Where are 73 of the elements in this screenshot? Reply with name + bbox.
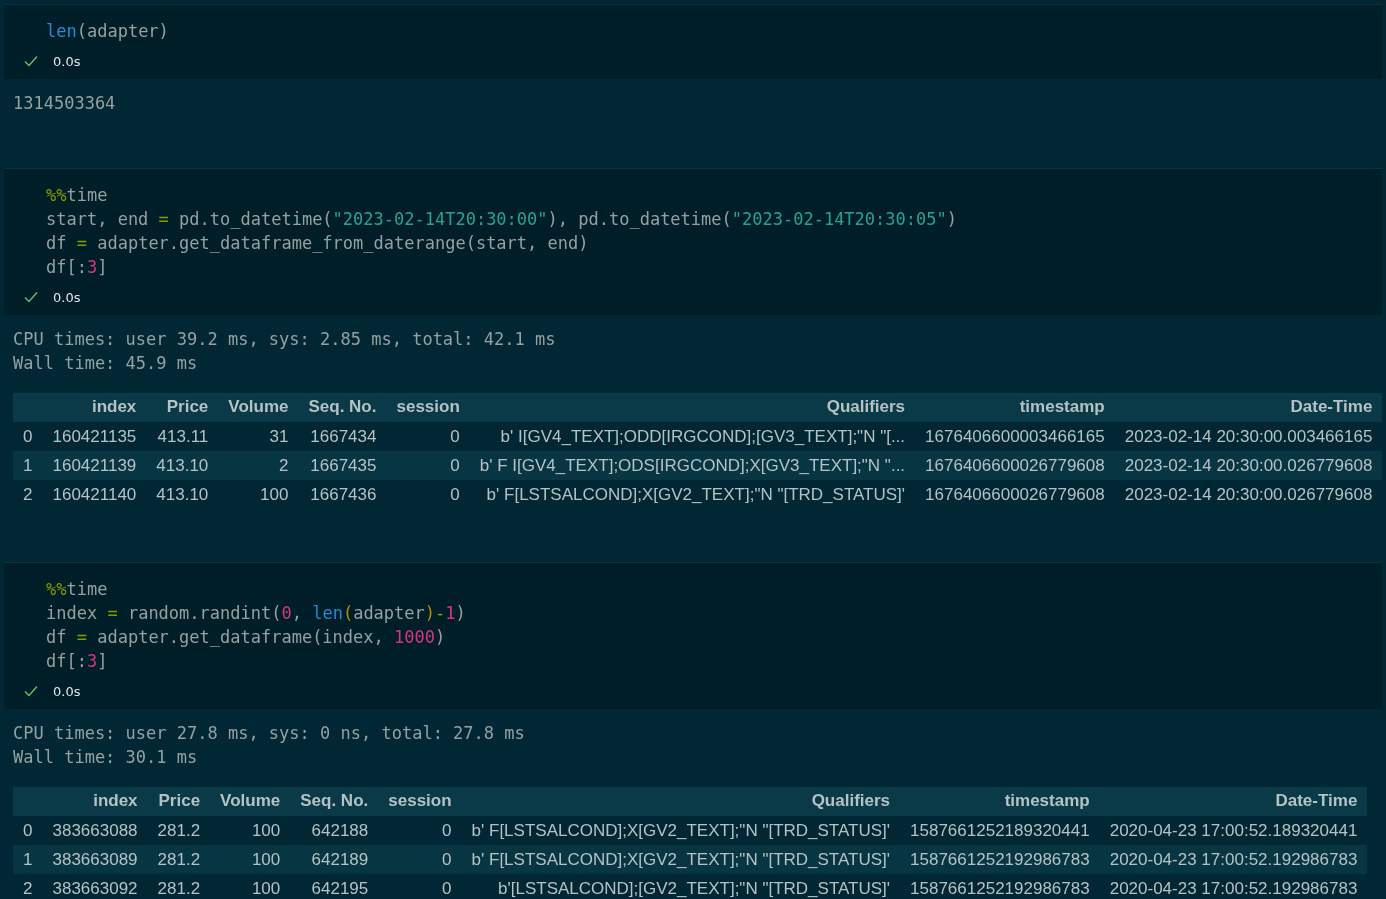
column-header: Qualifiers [469,393,916,422]
execution-time: 0.0s [53,53,81,69]
column-header: timestamp [915,393,1115,422]
table-cell: 2020-04-23 17:00:52.192986783 [1099,845,1368,874]
table-cell: 642188 [290,816,379,845]
table-cell: 642189 [290,845,379,874]
table-cell: 1 [13,451,43,480]
code-line: df = adapter.get_dataframe(index, 1000) [46,626,446,649]
table-cell: 0 [378,816,462,845]
output-text: 1314503364 [13,92,116,115]
column-header: session [386,393,470,422]
table-cell: 1 [13,845,43,874]
table-cell: 1676406600003466165 [915,422,1115,451]
table-cell: 383663088 [42,816,148,845]
table-cell: 281.2 [147,816,211,845]
table-cell: 2023-02-14 20:30:00.026779608 [1114,451,1383,480]
code-line: df[:3] [46,650,108,673]
column-header: index [42,393,147,422]
column-header: Volume [218,393,299,422]
code-line: df[:3] [46,256,108,279]
table-cell: 281.2 [147,845,211,874]
code-line: %%time [46,578,108,601]
execution-time: 0.0s [53,289,81,305]
column-header: Volume [210,787,291,816]
table-cell: 1667434 [298,422,387,451]
table-cell: 0 [378,845,462,874]
table-cell: 1587661252192986783 [900,845,1100,874]
table-cell: 0 [386,451,470,480]
code-cell[interactable]: %%time index = random.randint(0, len(adapter)-1) df = adapter.get_dataframe(index, 1000) df[:3] 0.0s [4,562,1382,709]
table-cell: b'[LSTSALCOND];[GV2_TEXT];"N "[TRD_STATUS]' [461,874,901,899]
output-text: CPU times: user 39.2 ms, sys: 2.85 ms, total: 42.1 ms [13,328,556,351]
execution-time: 0.0s [53,683,81,699]
table-cell: 1587661252189320441 [900,816,1100,845]
column-header: Seq. No. [298,393,387,422]
table-cell: b' F[LSTSALCOND];X[GV2_TEXT];"N "[TRD_STATUS]' [461,816,901,845]
column-header: Qualifiers [461,787,901,816]
column-header: Seq. No. [290,787,379,816]
output-text: CPU times: user 27.8 ms, sys: 0 ns, total: 27.8 ms [13,722,525,745]
table-cell: 413.11 [146,422,219,451]
table-cell: 1676406600026779608 [915,451,1115,480]
table-cell: 413.10 [146,451,219,480]
table-cell: 1667435 [298,451,387,480]
table-cell: b' I[GV4_TEXT];ODD[IRGCOND];[GV3_TEXT];"N "[... [469,422,916,451]
table-cell: 100 [210,845,291,874]
column-header: Date-Time [1114,393,1383,422]
code-cell[interactable]: len(adapter) 0.0s [4,4,1382,79]
code-line: start, end = pd.to_datetime("2023-02-14T20:30:00"), pd.to_datetime("2023-02-14T20:30:05") [46,208,957,231]
column-header: Price [146,393,219,422]
table-cell: 0 [386,422,470,451]
table-cell: 160421139 [42,451,147,480]
table-cell: 0 [13,422,43,451]
table-cell: b' F I[GV4_TEXT];ODS[IRGCOND];X[GV3_TEXT];"N "... [469,451,916,480]
column-header: Price [147,787,211,816]
table-cell: 0 [13,816,43,845]
column-header: index [42,787,148,816]
code-line: index = random.randint(0, len(adapter)-1) [46,602,466,625]
code-line: %%time [46,184,108,207]
table-cell: 2020-04-23 17:00:52.189320441 [1099,816,1368,845]
output-text: Wall time: 45.9 ms [13,352,198,375]
code-line: len(adapter) [46,20,169,43]
column-header: timestamp [900,787,1100,816]
table-cell: 383663089 [42,845,148,874]
column-header: Date-Time [1099,787,1368,816]
table-cell: 160421135 [42,422,147,451]
code-line: df = adapter.get_dataframe_from_daterange(start, end) [46,232,589,255]
table-cell: 100 [210,816,291,845]
table-cell: b' F[LSTSALCOND];X[GV2_TEXT];"N "[TRD_STATUS]' [461,845,901,874]
output-text: Wall time: 30.1 ms [13,746,198,769]
table-cell: 31 [218,422,299,451]
code-cell[interactable]: %%time start, end = pd.to_datetime("2023-02-14T20:30:00"), pd.to_datetime("2023-02-14T20:30:05") df = adapter.get_dataframe_from_daterange(start, end) df[:3] 0.0s [4,168,1382,315]
table-cell: 2 [218,451,299,480]
column-header: session [378,787,462,816]
table-cell: 2023-02-14 20:30:00.003466165 [1114,422,1383,451]
